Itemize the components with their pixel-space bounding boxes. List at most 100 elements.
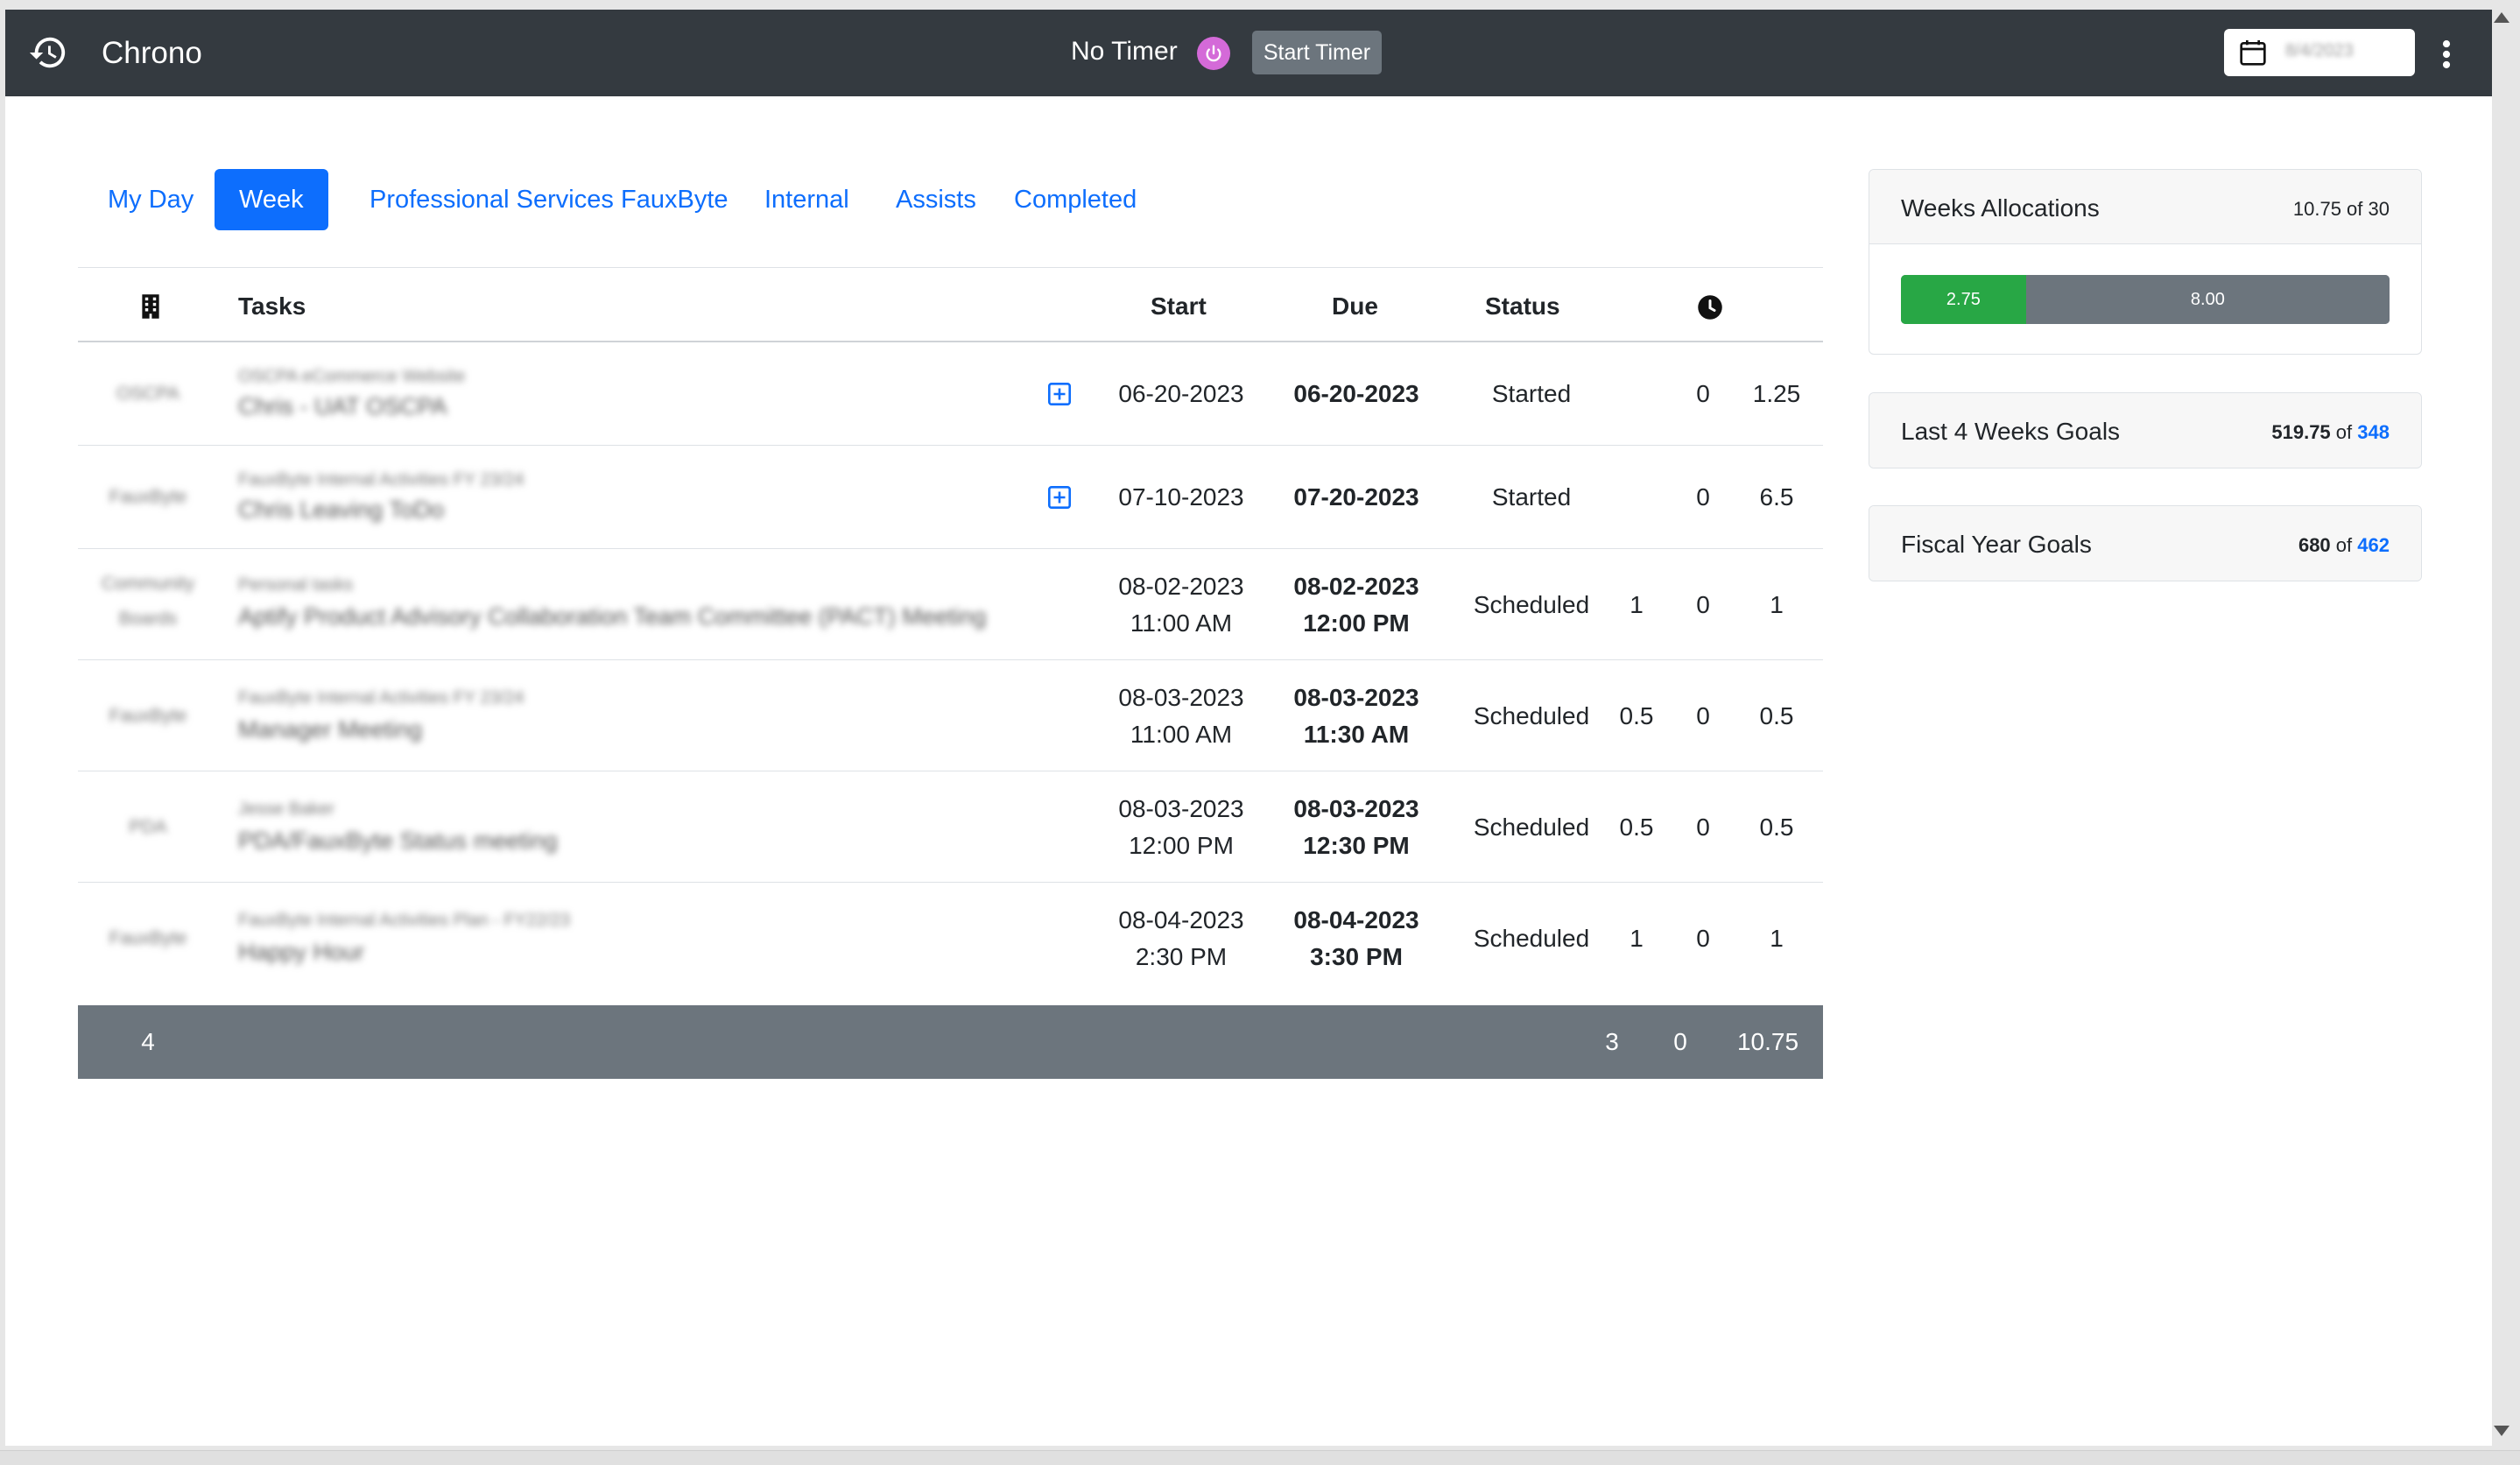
client-name: OSCPA	[116, 384, 179, 404]
tab-professional-services[interactable]: Professional Services	[345, 169, 638, 230]
client-name: FauxByte	[109, 706, 187, 726]
task-name[interactable]: Happy Hour	[238, 933, 364, 970]
add-icon[interactable]	[1048, 383, 1071, 405]
due-date: 08-04-2023	[1293, 906, 1419, 933]
task-name[interactable]: Chris Leaving ToDo	[238, 491, 444, 528]
total-value: 0.5	[1759, 813, 1794, 841]
progress-bar-remaining: 8.00	[2025, 275, 2390, 324]
allocated-value: 1	[1630, 925, 1644, 952]
calendar-icon	[2240, 40, 2266, 66]
spent-value: 0	[1696, 925, 1710, 952]
due-time: 3:30 PM	[1310, 943, 1403, 970]
client-name: FauxByte	[109, 928, 187, 948]
total-value: 1.25	[1752, 380, 1801, 407]
task-name[interactable]: Aptify Product Advisory Collaboration Te…	[238, 598, 986, 635]
start-date: 08-03-2023	[1118, 684, 1244, 711]
due-time: 11:30 AM	[1303, 721, 1410, 748]
tab-my-day[interactable]: My Day	[83, 169, 218, 230]
card-header: Last 4 Weeks Goals 519.75 of 348	[1869, 393, 2421, 468]
table-row[interactable]: FauxByte FauxByte Internal Activities FY…	[78, 660, 1823, 771]
date-value[interactable]: 8/4/2023	[2285, 41, 2399, 64]
footer-count: 4	[141, 1028, 155, 1055]
start-time: 11:00 AM	[1130, 609, 1233, 637]
start-time: 11:00 AM	[1130, 721, 1233, 748]
table-row[interactable]: PDA Jesse Baker PDA/FauxByte Status meet…	[78, 771, 1823, 883]
goal-target[interactable]: 462	[2357, 534, 2390, 556]
due-date: 08-03-2023	[1293, 684, 1419, 711]
power-button[interactable]	[1197, 37, 1230, 70]
navbar: Chrono No Timer Start Timer 8/4/2023	[5, 10, 2492, 96]
due-date: 08-03-2023	[1293, 795, 1419, 822]
spent-value: 0	[1696, 702, 1710, 729]
table-row[interactable]: Community Boards Personal tasks Aptify P…	[78, 549, 1823, 660]
total-value: 1	[1770, 925, 1784, 952]
card-title: Weeks Allocations	[1901, 194, 2100, 222]
header-due[interactable]: Due	[1332, 292, 1378, 320]
brand-title[interactable]: Chrono	[102, 36, 202, 71]
card-header: Weeks Allocations 10.75 of 30	[1869, 170, 2421, 244]
tab-assists[interactable]: Assists	[871, 169, 1001, 230]
status-text: Scheduled	[1473, 813, 1590, 841]
table-row[interactable]: OSCPA OSCPA eCommerce Website Chris - UA…	[78, 342, 1823, 446]
timer-status: No Timer	[1071, 37, 1178, 66]
due-date: 08-02-2023	[1293, 573, 1419, 600]
task-name[interactable]: PDA/FauxByte Status meeting	[238, 822, 558, 859]
spent-value: 0	[1696, 813, 1710, 841]
total-value: 1	[1770, 591, 1784, 618]
card-title: Fiscal Year Goals	[1901, 531, 2092, 558]
footer-total: 10.75	[1736, 1028, 1799, 1055]
footer-allocated: 3	[1605, 1028, 1619, 1055]
tab-completed[interactable]: Completed	[989, 169, 1161, 230]
card-value: 10.75 of 30	[2292, 198, 2390, 220]
start-date: 07-10-2023	[1118, 483, 1244, 511]
add-icon[interactable]	[1048, 486, 1071, 509]
status-text: Started	[1491, 380, 1572, 407]
goal-of: of	[2335, 421, 2353, 443]
spent-value: 0	[1696, 380, 1710, 407]
scroll-down-arrow[interactable]	[2494, 1426, 2509, 1436]
header-start[interactable]: Start	[1151, 292, 1207, 320]
status-text: Scheduled	[1473, 925, 1590, 952]
fiscal-year-goals-card: Fiscal Year Goals 680 of 462	[1869, 505, 2422, 581]
client-name: FauxByte	[109, 487, 187, 507]
client-name: Community Boards	[101, 574, 195, 629]
card-value: 519.75 of 348	[2271, 421, 2390, 444]
allocation-progress: 2.75 8.00	[1901, 275, 2390, 324]
due-date: 07-20-2023	[1293, 483, 1419, 511]
header-tasks[interactable]: Tasks	[238, 292, 306, 320]
task-name[interactable]: Manager Meeting	[238, 711, 422, 748]
goal-actual: 519.75	[2271, 421, 2331, 443]
tab-fauxbyte[interactable]: FauxByte	[596, 169, 753, 230]
start-time: 12:00 PM	[1129, 832, 1234, 859]
card-value: 680 of 462	[2298, 534, 2390, 557]
task-name[interactable]: Chris - UAT OSCPA	[238, 388, 447, 425]
last-4-weeks-goals-card: Last 4 Weeks Goals 519.75 of 348	[1869, 392, 2422, 468]
date-picker[interactable]: 8/4/2023	[2224, 29, 2415, 76]
allocated-value: 0.5	[1619, 702, 1654, 729]
scroll-up-arrow[interactable]	[2494, 12, 2509, 23]
spent-value: 0	[1696, 591, 1710, 618]
horizontal-scrollbar[interactable]	[0, 1450, 2520, 1465]
footer-spent: 0	[1673, 1028, 1687, 1055]
progress-bar-used: 2.75	[1901, 275, 2026, 324]
card-title: Last 4 Weeks Goals	[1901, 418, 2121, 445]
kebab-menu-icon[interactable]	[2439, 39, 2453, 69]
table-header: Tasks Start Due Status	[78, 267, 1823, 342]
clock-icon	[1698, 295, 1722, 320]
header-status[interactable]: Status	[1485, 292, 1560, 320]
power-icon	[1206, 45, 1221, 62]
tab-week[interactable]: Week	[215, 169, 328, 230]
history-icon[interactable]	[28, 32, 68, 73]
goal-target[interactable]: 348	[2357, 421, 2390, 443]
building-icon	[142, 294, 159, 319]
due-date: 06-20-2023	[1293, 380, 1419, 407]
tab-internal[interactable]: Internal	[740, 169, 874, 230]
card-header: Fiscal Year Goals 680 of 462	[1869, 506, 2421, 581]
client-name: PDA	[129, 817, 167, 837]
start-timer-button[interactable]: Start Timer	[1252, 31, 1382, 74]
goal-actual: 680	[2298, 534, 2331, 556]
table-row[interactable]: FauxByte FauxByte Internal Activities FY…	[78, 446, 1823, 549]
start-date: 08-04-2023	[1118, 906, 1244, 933]
status-text: Scheduled	[1473, 702, 1590, 729]
table-row[interactable]: FauxByte FauxByte Internal Activities Pl…	[78, 883, 1823, 1005]
